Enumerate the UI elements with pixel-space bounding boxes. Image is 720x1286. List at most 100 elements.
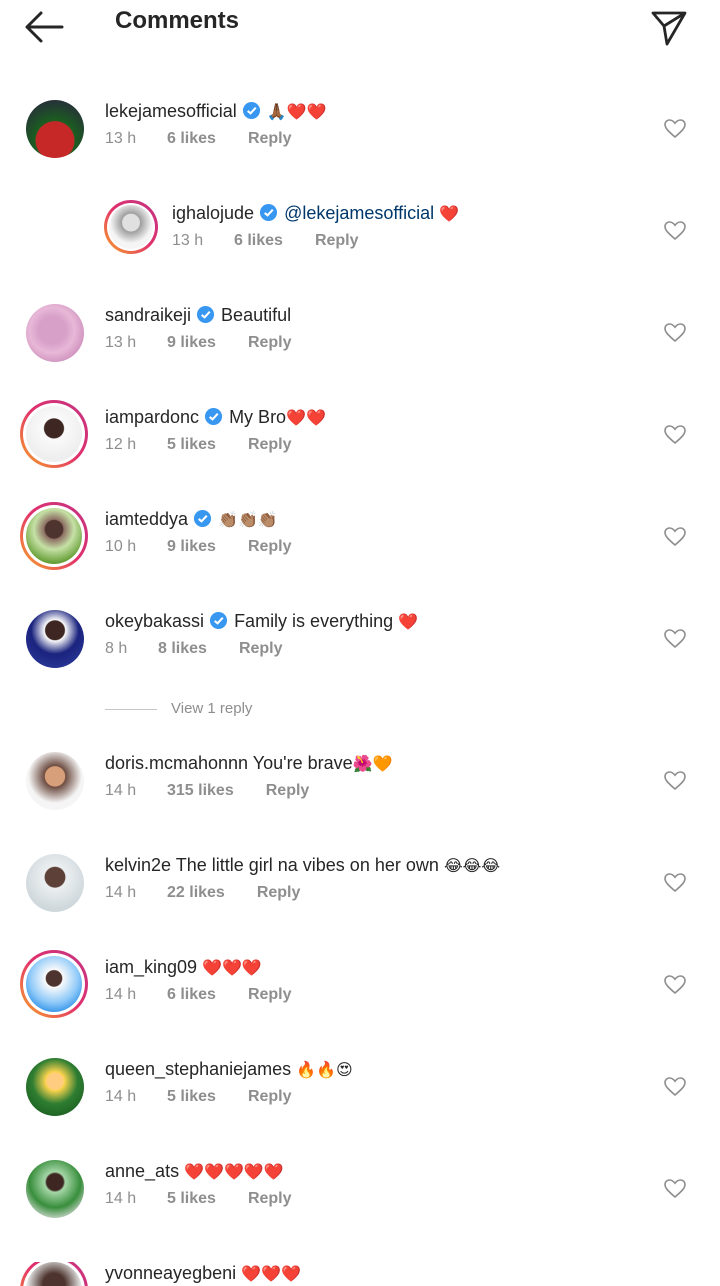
reply-button[interactable]: Reply (248, 986, 292, 1004)
comment-emoji: 😂😂😂 (438, 856, 501, 875)
comment-time: 13 h (172, 232, 204, 249)
comment-item: queen_stephaniejames 🔥🔥😍 14 h 5 likes Repl… (0, 1058, 720, 1148)
avatar[interactable] (20, 400, 88, 468)
comment-username[interactable]: ighalojude (172, 203, 254, 223)
like-heart-icon[interactable] (664, 221, 686, 241)
reply-button[interactable]: Reply (239, 640, 283, 658)
reply-button[interactable]: Reply (266, 782, 310, 800)
verified-badge-icon (205, 407, 223, 426)
like-heart-icon[interactable] (664, 873, 686, 893)
comment-username[interactable]: kelvin2e (105, 855, 171, 875)
comment-likes[interactable]: 5 likes (167, 436, 216, 454)
comment-item: iam_king09 ❤️❤️❤️ 14 h 6 likes Reply (0, 950, 720, 1046)
header-bar: Comments (0, 0, 720, 54)
like-heart-icon[interactable] (664, 119, 686, 139)
comment-username[interactable]: yvonneayegbeni (105, 1263, 236, 1283)
comment-emoji: 🌺🧡 (352, 754, 393, 773)
verified-badge-icon (196, 305, 215, 324)
comment-item: kelvin2e The little girl na vibes on her… (0, 854, 720, 944)
comment-emoji: 🔥🔥😍 (296, 1060, 353, 1079)
comment-emoji: ❤️❤️❤️❤️❤️ (184, 1162, 284, 1181)
back-arrow-icon[interactable] (24, 10, 64, 44)
avatar[interactable] (26, 304, 84, 362)
comment-likes[interactable]: 5 likes (167, 1190, 216, 1208)
view-replies-link[interactable]: View 1 reply (105, 700, 252, 717)
comment-text: The little girl na vibes on her own (175, 855, 439, 875)
comment-username[interactable]: iampardonc (105, 407, 199, 427)
avatar[interactable] (26, 100, 84, 158)
comment-item: doris.mcmahonnn You're brave🌺🧡 14 h 315 l… (0, 752, 720, 842)
comment-likes[interactable]: 5 likes (167, 1088, 216, 1106)
avatar[interactable] (20, 1262, 88, 1286)
comment-username[interactable]: okeybakassi (105, 611, 204, 631)
avatar[interactable] (26, 1058, 84, 1116)
comment-likes[interactable]: 6 likes (234, 232, 283, 250)
comment-likes[interactable]: 6 likes (167, 986, 216, 1004)
comment-likes[interactable]: 9 likes (167, 334, 216, 352)
comment-time: 13 h (105, 130, 137, 147)
view-replies-label: View 1 reply (171, 700, 253, 717)
avatar[interactable] (26, 752, 84, 810)
avatar[interactable] (104, 200, 158, 254)
like-heart-icon[interactable] (664, 629, 686, 649)
comment-time: 12 h (105, 436, 137, 453)
comment-emoji: ❤️❤️❤️ (202, 958, 262, 977)
like-heart-icon[interactable] (664, 771, 686, 791)
comment-text: You're brave (252, 753, 353, 773)
comment-emoji: ❤️ (393, 612, 419, 631)
comment-username[interactable]: doris.mcmahonnn (105, 753, 248, 773)
comment-text: Family is everything (234, 611, 394, 631)
comment-time: 14 h (105, 1190, 137, 1207)
comment-time: 14 h (105, 884, 137, 901)
reply-button[interactable]: Reply (248, 1088, 292, 1106)
like-heart-icon[interactable] (664, 975, 686, 995)
comment-emoji: ❤️❤️❤️ (241, 1264, 301, 1283)
comment-emoji: 👏🏽👏🏽👏🏽 (218, 510, 278, 529)
reply-item: ighalojude @lekejamesofficial ❤️ 13 h 6 li… (0, 200, 720, 292)
comment-item: okeybakassi Family is everything ❤️ 8 h 8 … (0, 610, 720, 700)
comment-likes[interactable]: 22 likes (167, 884, 225, 902)
avatar[interactable] (26, 610, 84, 668)
comment-time: 14 h (105, 782, 137, 799)
comment-mention[interactable]: @lekejamesofficial (284, 203, 434, 223)
comment-time: 10 h (105, 538, 137, 555)
comment-item: sandraikeji Beautiful 13 h 9 likes Reply (0, 304, 720, 394)
reply-button[interactable]: Reply (248, 538, 292, 556)
like-heart-icon[interactable] (664, 1077, 686, 1097)
reply-button[interactable]: Reply (315, 232, 359, 250)
send-icon[interactable] (650, 9, 688, 47)
like-heart-icon[interactable] (664, 1179, 686, 1199)
comment-likes[interactable]: 6 likes (167, 130, 216, 148)
verified-badge-icon (210, 611, 228, 630)
like-heart-icon[interactable] (664, 425, 686, 445)
like-heart-icon[interactable] (664, 527, 686, 547)
comment-likes[interactable]: 9 likes (167, 538, 216, 556)
reply-button[interactable]: Reply (248, 130, 292, 148)
verified-badge-icon (260, 203, 278, 222)
comment-username[interactable]: anne_ats (105, 1161, 179, 1181)
comment-text: My Bro (229, 407, 287, 427)
comment-item: lekejamesofficial 🙏🏾❤️❤️ 13 h 6 likes Reply (0, 100, 720, 190)
reply-button[interactable]: Reply (248, 1190, 292, 1208)
avatar[interactable] (20, 950, 88, 1018)
reply-button[interactable]: Reply (248, 436, 292, 454)
comment-likes[interactable]: 315 likes (167, 782, 234, 800)
comment-emoji: ❤️ (434, 204, 460, 223)
divider (105, 708, 157, 710)
comment-username[interactable]: queen_stephaniejames (105, 1059, 291, 1079)
reply-button[interactable]: Reply (248, 334, 292, 352)
reply-button[interactable]: Reply (257, 884, 301, 902)
comment-username[interactable]: lekejamesofficial (105, 101, 237, 121)
avatar[interactable] (26, 1160, 84, 1218)
like-heart-icon[interactable] (664, 323, 686, 343)
verified-badge-icon (194, 509, 212, 528)
comment-emoji: ❤️❤️ (286, 408, 326, 427)
comment-likes[interactable]: 8 likes (158, 640, 207, 658)
verified-badge-icon (242, 101, 260, 120)
comment-username[interactable]: iamteddya (105, 509, 188, 529)
avatar[interactable] (26, 854, 84, 912)
avatar[interactable] (20, 502, 88, 570)
comment-text: Beautiful (221, 305, 292, 325)
comment-username[interactable]: sandraikeji (105, 305, 191, 325)
comment-username[interactable]: iam_king09 (105, 957, 197, 977)
